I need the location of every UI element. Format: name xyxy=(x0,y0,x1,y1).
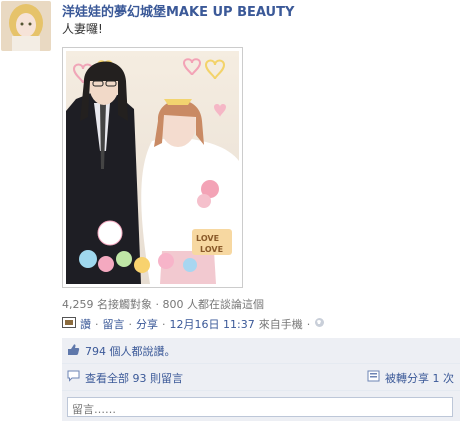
likes-count-link[interactable]: 794 個人都說讚。 xyxy=(85,343,176,359)
view-all-comments-label: 查看全部 93 則留言 xyxy=(85,371,183,385)
comment-input[interactable]: 留言…… xyxy=(67,397,453,417)
likes-row: 794 個人都說讚。 xyxy=(62,338,460,364)
post-source: 來自手機 xyxy=(258,318,303,331)
timestamp-link[interactable]: 12月16日 11:37 xyxy=(170,316,255,332)
comments-row: 查看全部 93 則留言 被轉分享 1 次 xyxy=(62,365,460,391)
shared-count-label: 被轉分享 1 次 xyxy=(385,371,454,385)
photo-image: LOVE LOVE xyxy=(66,51,239,284)
reach-stats: 4,259 名接觸對象 · 800 人都在談論這個 xyxy=(62,298,264,311)
share-icon xyxy=(367,370,380,385)
post-actions: 讚 · 留言 · 分享 · 12月16日 11:37 來自手機 · xyxy=(62,316,325,332)
view-all-comments-link[interactable]: 查看全部 93 則留言 xyxy=(67,370,183,386)
globe-icon xyxy=(314,317,325,331)
comment-link[interactable]: 留言 xyxy=(103,316,125,332)
separator: · xyxy=(306,317,311,331)
poster-name[interactable]: 洋娃娃的夢幻城堡MAKE UP BEAUTY xyxy=(62,1,294,20)
shared-count-link[interactable]: 被轉分享 1 次 xyxy=(367,370,454,386)
comment-bubble-icon xyxy=(67,370,80,385)
like-link[interactable]: 讚 xyxy=(80,316,91,332)
sticker-love-2: LOVE xyxy=(200,245,223,254)
separator: · xyxy=(128,317,133,331)
photo-source-icon xyxy=(62,317,76,331)
separator: · xyxy=(162,317,166,331)
page-avatar[interactable] xyxy=(1,1,51,51)
post-message: 人妻囉! xyxy=(62,22,103,36)
feedback-panel: 794 個人都說讚。 查看全部 93 則留言 被轉分享 1 次 留言…… xyxy=(62,338,460,421)
separator: · xyxy=(95,317,99,331)
post-photo[interactable]: LOVE LOVE xyxy=(62,47,243,288)
sticker-love-1: LOVE xyxy=(196,234,219,243)
thumbs-up-icon xyxy=(67,343,80,359)
avatar-image xyxy=(1,1,51,51)
share-link[interactable]: 分享 xyxy=(136,316,158,332)
